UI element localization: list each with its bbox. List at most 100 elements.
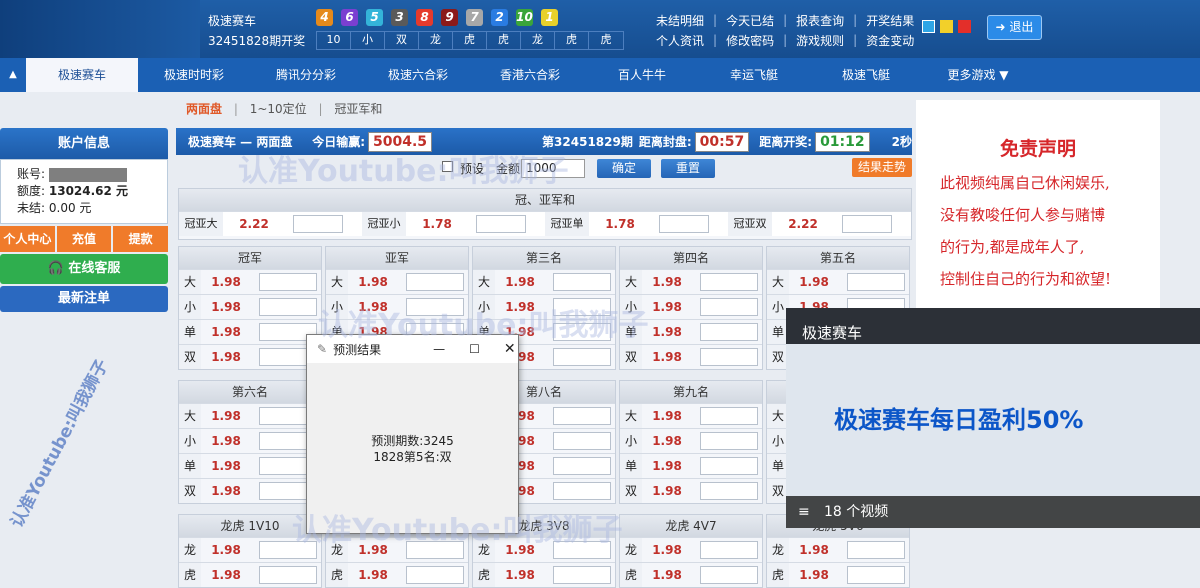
disclaimer-title: 免责声明 xyxy=(999,138,1076,160)
nav-tab[interactable]: 香港六合彩 xyxy=(474,58,586,92)
nav-tab[interactable]: 腾讯分分彩 xyxy=(250,58,362,92)
bet-input[interactable] xyxy=(700,298,758,316)
trend-button[interactable]: 结果走势 xyxy=(852,158,912,177)
confirm-button[interactable]: 确定 xyxy=(597,159,651,178)
bet-panel: 第六名大 1.98 小 1.98 单 1.98 双 1.98 xyxy=(178,380,322,504)
bet-panel-title: 第九名 xyxy=(620,381,762,403)
header-link[interactable]: 报表查询 xyxy=(796,12,844,29)
bet-input[interactable] xyxy=(553,323,611,341)
bet-input[interactable] xyxy=(847,541,905,559)
bet-label: 龙 xyxy=(473,538,495,562)
bet-row: 大 1.98 xyxy=(767,269,909,294)
bet-row: 大 1.98 xyxy=(179,269,321,294)
sum-bet-input[interactable] xyxy=(293,215,343,233)
nav-tab[interactable]: 极速六合彩 xyxy=(362,58,474,92)
nav-collapse-icon[interactable]: ▲ xyxy=(0,58,26,92)
disclaimer-line: 没有教唆任何人参与赌博 xyxy=(940,206,1106,224)
nav-tab[interactable]: 幸运飞艇 xyxy=(698,58,810,92)
preset-checkbox[interactable] xyxy=(442,161,453,172)
game-nav: ▲ 极速赛车 极速时时彩 腾讯分分彩 极速六合彩 香港六合彩 百人牛牛 幸运飞艇 极速飞艇 更多… xyxy=(0,58,1200,92)
bet-odds: 1.98 xyxy=(652,300,682,314)
bet-row: 双 1.98 xyxy=(179,344,321,369)
header-link[interactable]: 游戏规则 xyxy=(796,32,844,49)
nav-tab[interactable]: 极速时时彩 xyxy=(138,58,250,92)
bet-row: 双 1.98 xyxy=(620,344,762,369)
online-service-button[interactable]: 🎧 在线客服 xyxy=(0,254,168,284)
theme-red-swatch[interactable] xyxy=(958,20,971,33)
theme-blue-checkbox-icon[interactable] xyxy=(922,20,935,33)
header-link[interactable]: 未结明细 xyxy=(656,12,704,29)
bet-input[interactable] xyxy=(700,482,758,500)
bet-input[interactable] xyxy=(847,273,905,291)
bet-odds: 1.98 xyxy=(799,275,829,289)
bet-input[interactable] xyxy=(406,273,464,291)
withdraw-button[interactable]: 提款 xyxy=(113,226,169,252)
account-box: 账号: 额度: 13024.62 元 未结: 0.00 元 xyxy=(0,159,168,224)
bet-input[interactable] xyxy=(406,541,464,559)
bet-odds: 1.98 xyxy=(652,275,682,289)
bet-input[interactable] xyxy=(847,566,905,584)
bet-input[interactable] xyxy=(700,348,758,366)
bet-input[interactable] xyxy=(700,541,758,559)
bet-row: 小 1.98 xyxy=(326,294,468,319)
bet-input[interactable] xyxy=(553,407,611,425)
bet-odds: 1.98 xyxy=(211,325,241,339)
bet-input[interactable] xyxy=(406,566,464,584)
subtab-sum[interactable]: 冠亚军和 xyxy=(334,102,382,116)
amount-input[interactable]: 1000 xyxy=(521,159,585,178)
playlist-card[interactable]: 极速赛车 极速赛车每日盈利50% ≡ 18 个视频 xyxy=(786,308,1200,528)
bet-row: 单 1.98 xyxy=(620,453,762,478)
nav-tab[interactable]: 百人牛牛 xyxy=(586,58,698,92)
bet-input[interactable] xyxy=(553,566,611,584)
bet-input[interactable] xyxy=(406,298,464,316)
bet-input[interactable] xyxy=(553,298,611,316)
header-link[interactable]: 修改密码 xyxy=(726,32,774,49)
bet-input[interactable] xyxy=(700,323,758,341)
reset-button[interactable]: 重置 xyxy=(661,159,715,178)
recharge-button[interactable]: 充值 xyxy=(56,226,112,252)
close-icon[interactable]: ✕ xyxy=(504,341,516,357)
logout-icon: ➜ xyxy=(995,20,1010,34)
sum-bet-input[interactable] xyxy=(476,215,526,233)
header-link[interactable]: 资金变动 xyxy=(866,32,914,49)
sum-bet-input[interactable] xyxy=(659,215,709,233)
subtab-two-sides[interactable]: 两面盘 xyxy=(186,102,222,116)
latest-bets-button[interactable]: 最新注单 xyxy=(0,286,168,312)
nav-tab[interactable]: 极速赛车 xyxy=(26,58,138,92)
bet-input[interactable] xyxy=(700,273,758,291)
bet-input[interactable] xyxy=(553,432,611,450)
sum-bet-input[interactable] xyxy=(842,215,892,233)
nav-tab[interactable]: 更多游戏 ▼ xyxy=(922,58,1034,92)
bet-input[interactable] xyxy=(259,566,317,584)
header-link[interactable]: 个人资讯 xyxy=(656,32,704,49)
minimize-icon[interactable]: — xyxy=(433,342,445,356)
bet-input[interactable] xyxy=(700,407,758,425)
bet-controls: 预设 金额 1000 确定 重置 结果走势 xyxy=(176,155,912,183)
dialog-body: 预测期数:3245 1828第5名:双 xyxy=(307,433,518,465)
logout-button[interactable]: ➜ 退出 xyxy=(987,15,1042,40)
subtab-position[interactable]: 1~10定位 xyxy=(250,102,307,116)
bet-input[interactable] xyxy=(553,482,611,500)
bet-row: 单 1.98 xyxy=(179,319,321,344)
nav-tab[interactable]: 极速飞艇 xyxy=(810,58,922,92)
bet-input[interactable] xyxy=(553,348,611,366)
bet-row: 大 1.98 xyxy=(326,269,468,294)
bet-input[interactable] xyxy=(553,457,611,475)
bet-input[interactable] xyxy=(259,273,317,291)
bet-input[interactable] xyxy=(700,566,758,584)
header-link[interactable]: 今天已结 xyxy=(726,12,774,29)
theme-yellow-swatch[interactable] xyxy=(940,20,953,33)
bet-input[interactable] xyxy=(700,432,758,450)
bet-input[interactable] xyxy=(553,541,611,559)
bet-input[interactable] xyxy=(259,541,317,559)
personal-center-button[interactable]: 个人中心 xyxy=(0,226,55,252)
bet-panel-title: 第五名 xyxy=(767,247,909,269)
bet-input[interactable] xyxy=(553,273,611,291)
maximize-icon[interactable]: ☐ xyxy=(469,342,480,356)
header-link[interactable]: 开奖结果 xyxy=(866,12,914,29)
bet-row: 虎 1.98 xyxy=(473,562,615,587)
bet-panel-title: 龙虎 1V10 xyxy=(179,515,321,537)
bet-input[interactable] xyxy=(700,457,758,475)
bet-input[interactable] xyxy=(259,298,317,316)
sum-label: 冠亚单 xyxy=(545,212,589,236)
